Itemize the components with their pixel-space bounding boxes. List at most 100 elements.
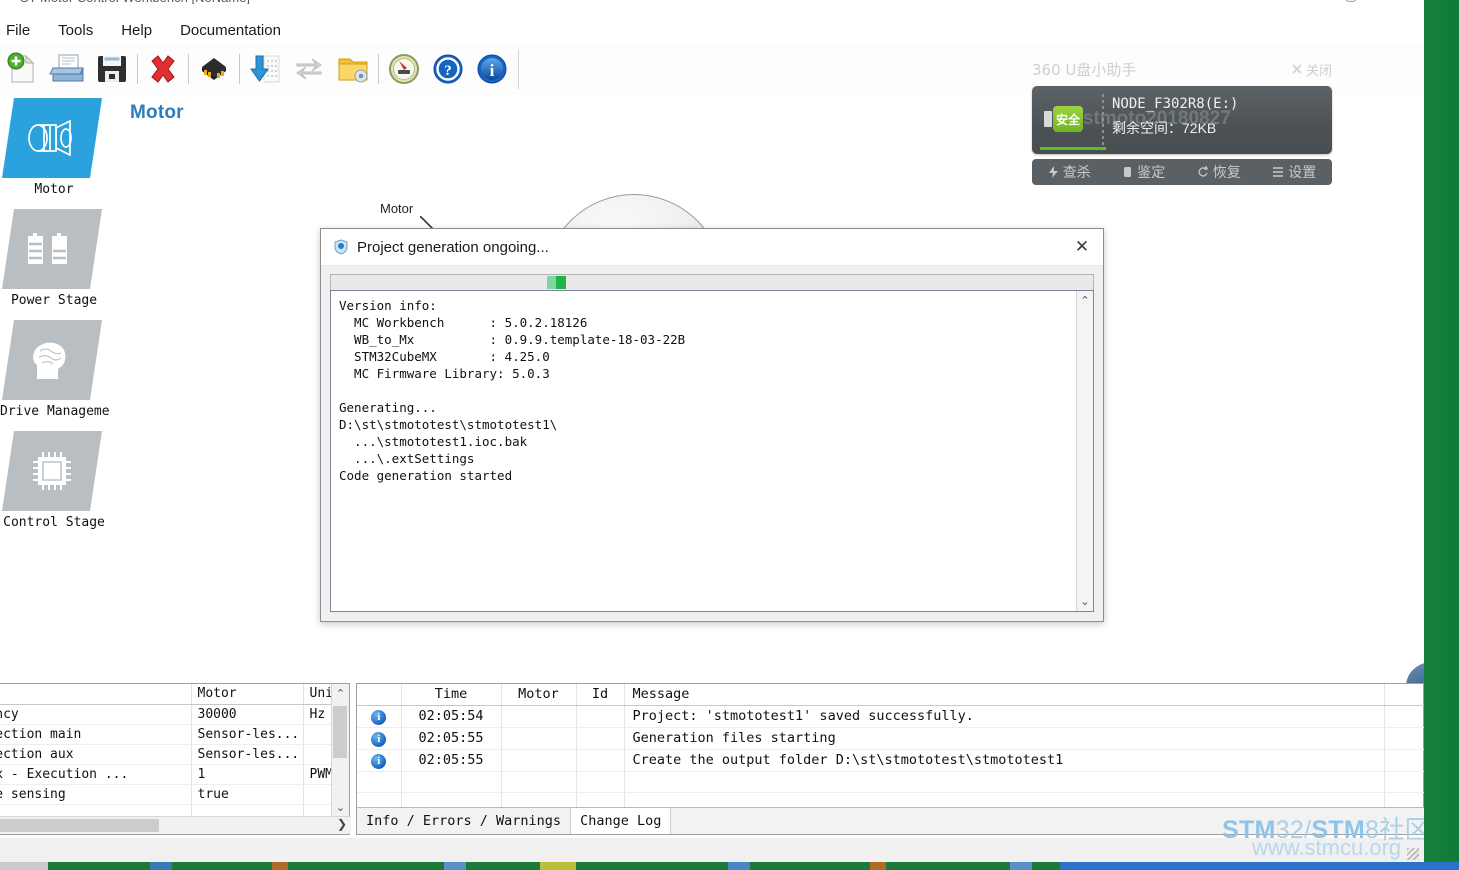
sidebar-item-drive-management-label: Drive Management — [0, 404, 126, 419]
desktop-background — [1424, 0, 1459, 870]
log-time: 02:05:55 — [401, 749, 502, 772]
log-message: Project: 'stmototest1' saved successfull… — [624, 705, 1385, 728]
about-button[interactable]: i — [470, 47, 514, 91]
column-variable[interactable]: Variable — [0, 684, 192, 705]
motor-tile — [2, 98, 102, 178]
column-motor[interactable]: Motor — [501, 684, 577, 706]
toolbar-separator — [188, 54, 189, 84]
variable-value[interactable]: 1 — [191, 764, 304, 785]
select-mcu-button[interactable] — [192, 47, 236, 91]
generate-project-button[interactable] — [331, 47, 375, 91]
column-time[interactable]: Time — [401, 684, 502, 706]
sidebar-item-motor-label: Motor — [34, 182, 74, 197]
table-row[interactable] — [357, 771, 1425, 793]
toolbar-separator — [378, 54, 379, 84]
scroll-up-icon[interactable]: ⌃ — [1080, 294, 1089, 307]
table-header-row: Variable Motor Unit — [0, 684, 334, 705]
dialog-titlebar: Project generation ongoing... ✕ — [321, 229, 1103, 266]
taskbar-app-7[interactable] — [1010, 862, 1032, 870]
dialog-close-button[interactable]: ✕ — [1067, 233, 1097, 261]
help-button[interactable]: ? — [426, 47, 470, 91]
variable-name: Sensor selection aux — [0, 744, 192, 765]
table-row[interactable]: i 02:05:54 Project: 'stmototest1' saved … — [357, 705, 1425, 728]
log-extra — [1384, 771, 1425, 793]
variables-hscrollbar[interactable]: ❯ — [0, 816, 351, 834]
variables-vscroll-thumb[interactable] — [333, 706, 347, 758]
maximize-button[interactable]: ▢ — [1345, 0, 1357, 4]
table-row[interactable]: Sensor selection aux Sensor-les... — [0, 744, 334, 765]
taskbar-app-4[interactable] — [540, 862, 576, 870]
close-button[interactable]: ✕ — [1383, 0, 1394, 4]
column-message[interactable]: Message — [624, 684, 1385, 706]
table-row[interactable]: Sensor selection main Sensor-les... — [0, 724, 334, 745]
scroll-right-icon[interactable]: ❯ — [337, 817, 347, 831]
usb-action-settings-label: 设置 — [1288, 164, 1317, 180]
minimize-button[interactable]: — — [1306, 0, 1319, 4]
usb-action-restore[interactable]: 恢复 — [1197, 162, 1241, 182]
column-motor[interactable]: Motor — [191, 684, 304, 705]
table-row[interactable]: i 02:05:55 Generation files starting — [357, 727, 1425, 750]
taskbar-app-5[interactable] — [728, 862, 750, 870]
sidebar-item-control-stage[interactable]: Control Stage — [0, 431, 108, 530]
usb-device-name: NODE_F302R8(E:) — [1112, 96, 1239, 112]
variable-value[interactable]: 30000 — [191, 704, 304, 725]
log-extra — [1384, 705, 1425, 728]
scroll-down-icon[interactable]: ⌄ — [1080, 595, 1089, 608]
update-button[interactable] — [287, 47, 331, 91]
variable-value[interactable]: Sensor-les... — [191, 744, 304, 765]
resize-grip[interactable] — [1407, 848, 1419, 860]
progress-chunk — [556, 276, 566, 289]
menu-item-documentation[interactable]: Documentation — [166, 19, 295, 42]
tab-change-log[interactable]: Change Log — [570, 808, 672, 834]
monitor-button[interactable] — [382, 47, 426, 91]
table-row[interactable]: i 02:05:55 Create the output folder D:\s… — [357, 749, 1425, 772]
new-project-icon — [7, 52, 35, 83]
table-row[interactable]: Torque&Flux - Execution ... 1 PWM — [0, 764, 334, 785]
monitor-icon — [389, 54, 419, 84]
column-unit[interactable]: Unit — [303, 684, 334, 705]
new-project-button[interactable] — [2, 47, 46, 91]
sidebar-item-drive-management[interactable]: Drive Management — [0, 320, 126, 419]
menu-item-tools[interactable]: Tools — [44, 19, 107, 42]
variable-value[interactable]: true — [191, 784, 304, 805]
usb-action-scan[interactable]: 查杀 — [1048, 162, 1091, 182]
download-button[interactable] — [243, 47, 287, 91]
refresh-icon — [296, 58, 322, 80]
usb-action-identify[interactable]: 鉴定 — [1122, 162, 1165, 182]
table-header-row: Time Motor Id Message — [357, 684, 1425, 706]
open-project-button[interactable] — [46, 47, 90, 91]
save-project-button[interactable] — [90, 47, 134, 91]
tab-info-errors-warnings[interactable]: Info / Errors / Warnings — [357, 808, 571, 834]
save-project-icon — [98, 56, 126, 82]
scroll-up-icon[interactable]: ⌃ — [336, 687, 345, 700]
scroll-down-icon[interactable]: ⌄ — [336, 801, 345, 814]
taskbar-start[interactable] — [0, 862, 48, 870]
log-time — [401, 771, 502, 793]
usb-popup-close-button[interactable]: 关闭 — [1291, 60, 1332, 79]
column-id[interactable]: Id — [576, 684, 625, 706]
taskbar-app-3[interactable] — [444, 862, 466, 870]
sidebar-item-motor[interactable]: Motor — [0, 98, 108, 197]
variables-hscroll-thumb[interactable] — [0, 819, 159, 832]
log-extra — [1384, 749, 1425, 772]
taskbar-app-2[interactable] — [272, 862, 288, 870]
chip-icon — [202, 58, 226, 80]
menu-item-help[interactable]: Help — [107, 19, 166, 42]
menu-item-file[interactable]: File — [0, 19, 44, 42]
variable-value[interactable]: Sensor-les... — [191, 724, 304, 745]
usb-action-settings[interactable]: 设置 — [1272, 162, 1316, 182]
log-severity: i — [357, 749, 402, 772]
usb-device-card[interactable]: testmoto20180827 安全 NODE_F302R8(E:) 剩余空间… — [1032, 86, 1332, 154]
table-row[interactable]: PWM frequency 30000 Hz — [0, 704, 334, 725]
delete-button[interactable] — [141, 47, 185, 91]
generation-progress-bar — [330, 274, 1094, 291]
table-row[interactable]: Bus voltage sensing true — [0, 784, 334, 805]
sidebar-item-power-stage[interactable]: Power Stage — [0, 209, 108, 308]
settings-icon — [1273, 167, 1284, 177]
taskbar-app-1[interactable] — [150, 862, 172, 870]
taskbar-tray[interactable] — [1060, 862, 1459, 870]
taskbar-app-6[interactable] — [870, 862, 886, 870]
page-title: Motor — [130, 102, 184, 123]
log-message — [624, 771, 1385, 793]
dialog-log-scrollbar[interactable]: ⌃ ⌄ — [1076, 291, 1093, 611]
